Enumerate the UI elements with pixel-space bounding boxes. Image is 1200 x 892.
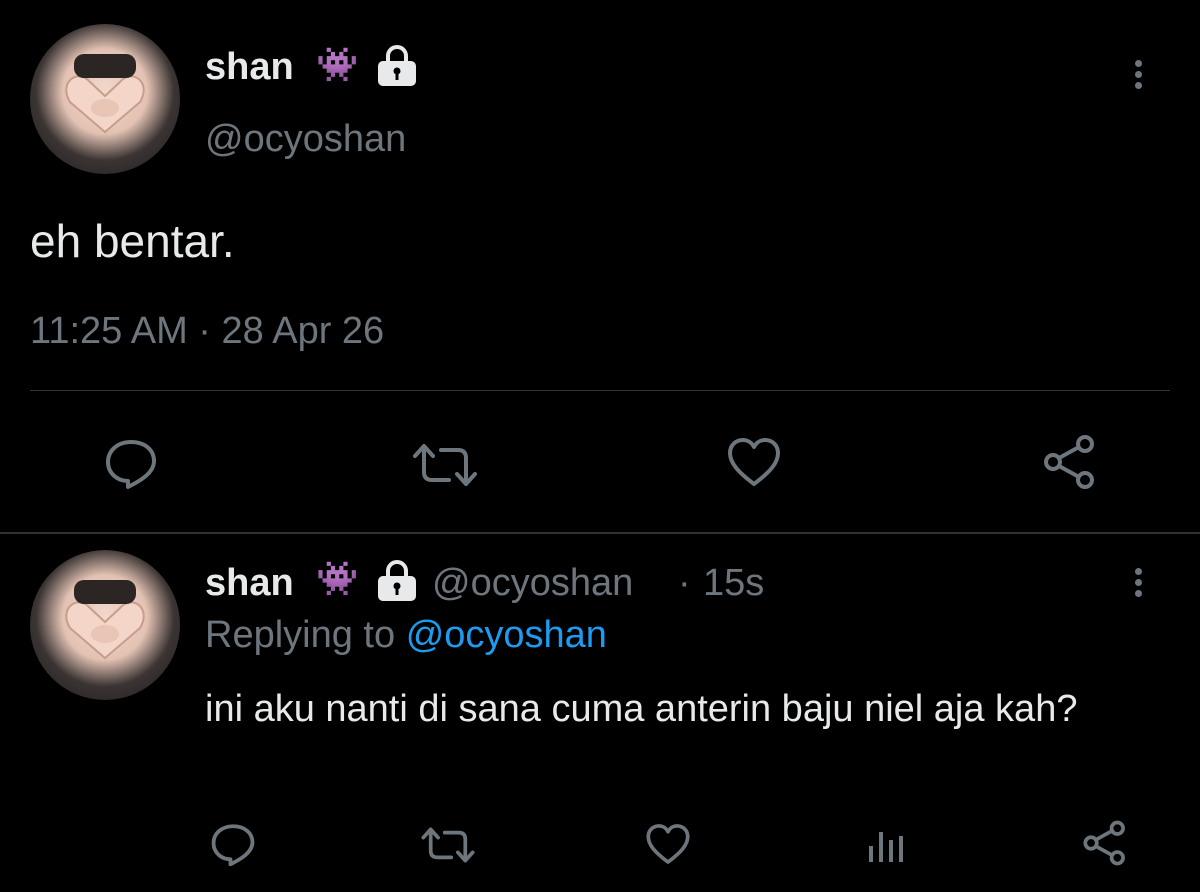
replying-to: Replying to @ocyoshan [205,614,607,657]
avatar[interactable] [30,24,180,174]
tweet-text: eh bentar. [30,215,235,267]
tweet-age[interactable]: 15s [703,562,764,605]
divider [30,390,1170,391]
retweet-icon[interactable] [420,826,476,864]
share-icon[interactable] [1082,820,1128,866]
lock-icon [375,45,419,87]
replying-prefix: Replying to [205,614,396,656]
reply-icon[interactable] [104,437,158,489]
retweet-icon[interactable] [411,442,479,488]
replying-handle-link[interactable]: @ocyoshan [406,614,607,656]
handle[interactable]: @ocyoshan [205,118,406,161]
like-icon[interactable] [726,436,782,488]
timestamp[interactable]: 11:25 AM · 28 Apr 26 [30,310,384,353]
lock-icon [375,560,419,602]
share-icon[interactable] [1042,434,1098,490]
like-icon[interactable] [645,822,691,866]
octopus-emoji-icon: 👾 [316,46,359,84]
display-name[interactable]: shan [205,562,294,605]
avatar[interactable] [30,550,180,700]
octopus-emoji-icon: 👾 [316,560,359,598]
more-options-icon[interactable] [1128,564,1148,601]
tweet-text: ini aku nanti di sana cuma anterin baju … [205,688,1078,730]
reply-icon[interactable] [210,822,256,866]
analytics-icon[interactable] [866,824,906,864]
tweet-separator [0,532,1200,534]
meta-separator: · [678,562,691,604]
handle[interactable]: @ocyoshan [432,562,633,605]
display-name[interactable]: shan [205,46,294,89]
more-options-icon[interactable] [1128,56,1148,93]
